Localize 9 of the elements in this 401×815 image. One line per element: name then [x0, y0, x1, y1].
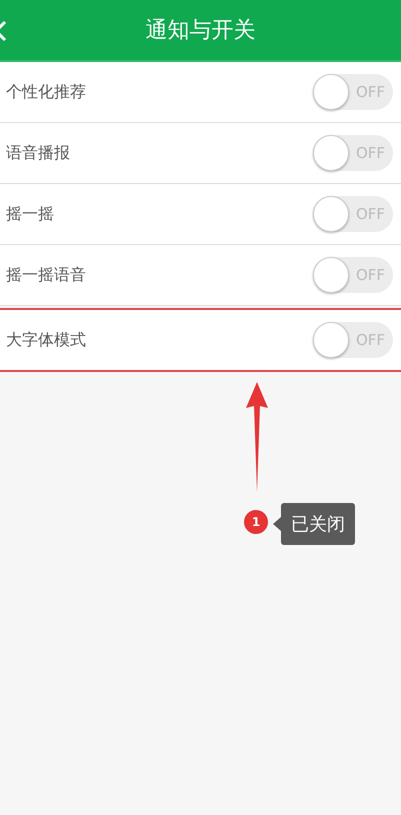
setting-label: 个性化推荐	[6, 82, 86, 102]
setting-label: 语音播报	[6, 142, 70, 164]
step-number: 1	[244, 510, 268, 534]
setting-label: 摇一摇	[6, 204, 54, 224]
setting-label: 摇一摇语音	[6, 264, 86, 286]
page-title: 通知与开关	[146, 17, 256, 45]
tooltip-pointer-icon	[273, 517, 281, 531]
tooltip: 已关闭	[281, 503, 355, 545]
setting-label: 大字体模式	[6, 330, 86, 350]
